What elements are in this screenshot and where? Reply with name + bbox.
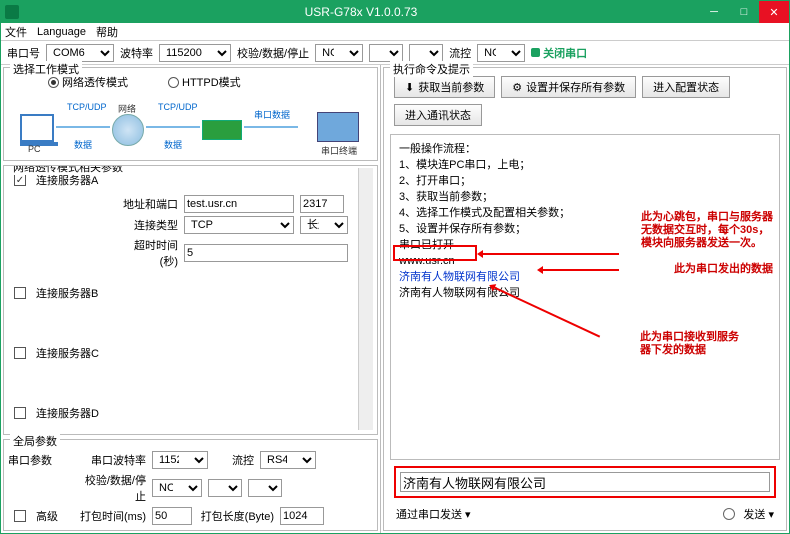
work-mode-group: 选择工作模式 网络透传模式 HTTPD模式 PC TCP/UDP 数据 网络 T… xyxy=(3,67,378,161)
arrow-2 xyxy=(539,269,619,271)
send-mode-dropdown[interactable]: 通过串口发送 ▾ xyxy=(396,506,471,522)
checkbox-server-a[interactable] xyxy=(14,174,26,186)
topology-diagram: PC TCP/UDP 数据 网络 TCP/UDP 数据 DTU 串口数据 串口终… xyxy=(12,96,369,154)
terminal-icon xyxy=(317,112,359,142)
send-input-box xyxy=(394,466,776,498)
packtime-input[interactable] xyxy=(152,507,192,525)
window-title: USR-G78x V1.0.0.73 xyxy=(23,5,699,19)
minimize-button[interactable]: ─ xyxy=(699,1,729,23)
status-dot-icon xyxy=(531,48,540,57)
addr-input[interactable] xyxy=(184,195,294,213)
annotation-1: 此为心跳包，串口与服务器无数据交互时，每个30s，模块向服务器发送一次。 xyxy=(641,211,773,250)
gear-icon: ⚙ xyxy=(512,81,522,94)
get-params-button[interactable]: ⬇获取当前参数 xyxy=(394,76,495,98)
download-icon: ⬇ xyxy=(405,81,414,94)
annotation-2: 此为串口发出的数据 xyxy=(674,263,773,276)
stopbits-select[interactable]: 1 xyxy=(409,44,443,62)
app-icon xyxy=(5,5,19,19)
dtu-icon xyxy=(202,120,242,140)
maximize-button[interactable]: □ xyxy=(729,1,759,23)
conn-select[interactable]: 长连接 xyxy=(300,216,348,234)
config-mode-button[interactable]: 进入配置状态 xyxy=(642,76,730,98)
settings-icon[interactable] xyxy=(723,508,735,520)
highlight-rect-url xyxy=(393,245,477,261)
set-params-button[interactable]: ⚙设置并保存所有参数 xyxy=(501,76,636,98)
g-stop-select[interactable]: 1 xyxy=(248,479,282,497)
type-select[interactable]: TCP xyxy=(184,216,294,234)
checkbox-server-c[interactable] xyxy=(14,347,26,359)
log-area: 一般操作流程： 1、模块连PC串口，上电； 2、打开串口； 3、获取当前参数； … xyxy=(390,134,780,460)
port-label: 串口号 xyxy=(7,45,40,61)
radio-httpd-mode[interactable]: HTTPD模式 xyxy=(168,74,241,90)
checkbox-server-d[interactable] xyxy=(14,407,26,419)
port-select[interactable]: COM6 xyxy=(46,44,114,62)
flow-select[interactable]: NONE xyxy=(477,44,525,62)
flow-label: 流控 xyxy=(449,45,471,61)
port-input[interactable] xyxy=(300,195,344,213)
menu-file[interactable]: 文件 xyxy=(5,24,27,40)
global-params-group: 全局参数 串口参数 串口波特率115200流控RS485 校验/数据/停止NON… xyxy=(3,439,378,531)
packlen-input[interactable] xyxy=(280,507,324,525)
annotation-3: 此为串口接收到服务器下发的数据 xyxy=(640,331,739,357)
close-serial-link[interactable]: 关闭串口 xyxy=(531,45,587,61)
g-baud-select[interactable]: 115200 xyxy=(152,451,208,469)
globe-icon xyxy=(112,114,144,146)
comm-mode-button[interactable]: 进入通讯状态 xyxy=(394,104,482,126)
g-flow-select[interactable]: RS485 xyxy=(260,451,316,469)
parity-select[interactable]: NONE xyxy=(315,44,363,62)
parity-label: 校验/数据/停止 xyxy=(237,45,309,61)
send-button[interactable]: 发送 ▾ xyxy=(743,506,774,522)
menu-language[interactable]: Language xyxy=(37,26,86,38)
timeout-input[interactable] xyxy=(184,244,348,262)
arrow-1 xyxy=(479,253,619,255)
net-params-group: 网络透传模式相关参数 连接服务器A 地址和端口 连接类型TCP长连接 超时时间(… xyxy=(3,165,378,435)
pc-icon xyxy=(20,114,54,142)
titlebar: USR-G78x V1.0.0.73 ─ □ ✕ xyxy=(1,1,789,23)
cmd-group: 执行命令及提示 ⬇获取当前参数 ⚙设置并保存所有参数 进入配置状态 进入通讯状态… xyxy=(383,67,787,531)
menu-help[interactable]: 帮助 xyxy=(96,24,118,40)
send-input[interactable] xyxy=(400,472,770,492)
scrollbar[interactable] xyxy=(358,168,373,430)
close-button[interactable]: ✕ xyxy=(759,1,789,23)
baud-label: 波特率 xyxy=(120,45,153,61)
baud-select[interactable]: 115200 xyxy=(159,44,231,62)
databits-select[interactable]: 8 xyxy=(369,44,403,62)
g-parity-select[interactable]: NONE xyxy=(152,479,202,497)
checkbox-advanced[interactable] xyxy=(14,510,26,522)
serial-params-label: 串口参数 xyxy=(8,455,52,467)
checkbox-server-b[interactable] xyxy=(14,287,26,299)
menubar: 文件 Language 帮助 xyxy=(1,23,789,41)
g-data-select[interactable]: 8 xyxy=(208,479,242,497)
